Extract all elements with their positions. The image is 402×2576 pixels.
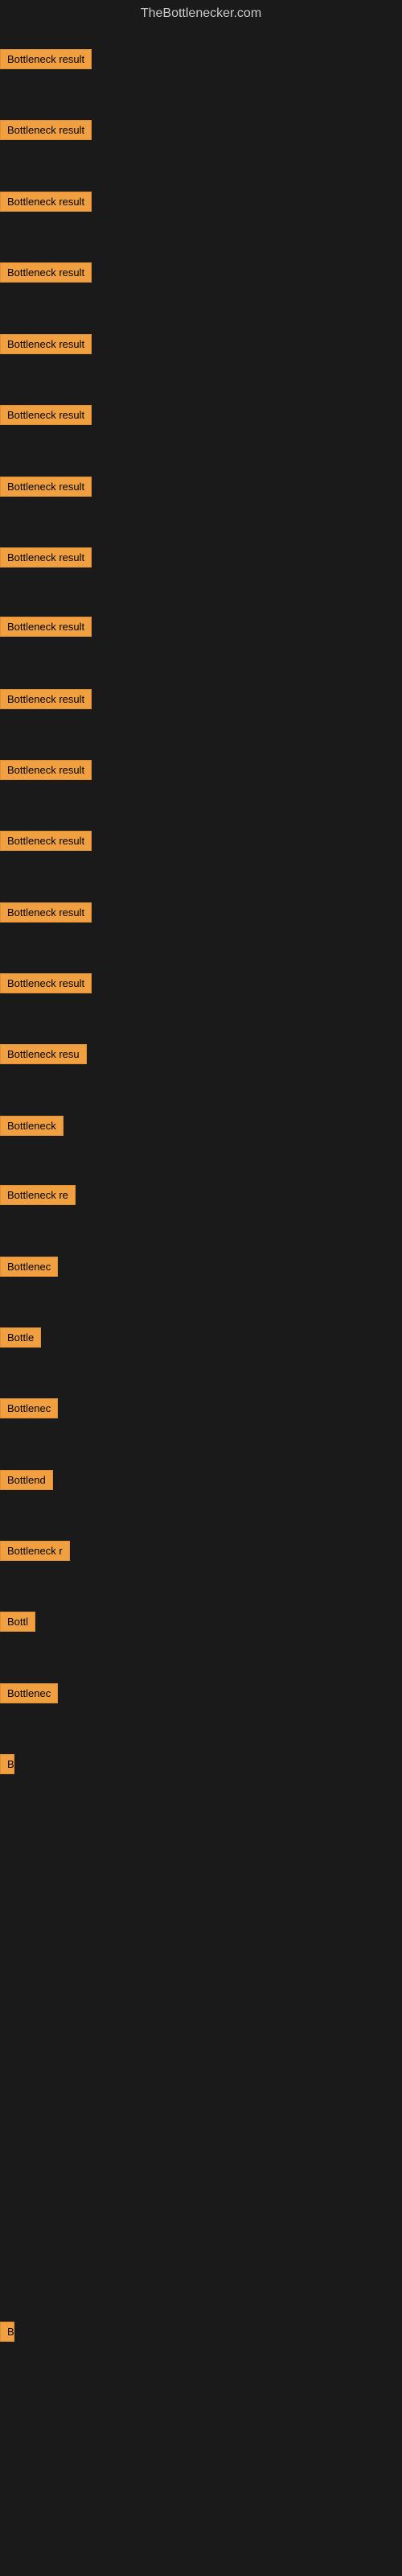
bottleneck-result-item[interactable]: Bottleneck resu <box>0 1044 87 1068</box>
bottleneck-badge: Bottleneck result <box>0 405 92 425</box>
bottleneck-badge: Bottlenec <box>0 1683 58 1703</box>
bottleneck-result-item[interactable]: Bottleneck result <box>0 689 92 713</box>
bottleneck-badge: B <box>0 1754 14 1774</box>
bottleneck-badge: Bottleneck result <box>0 760 92 780</box>
bottleneck-badge: Bottleneck result <box>0 49 92 69</box>
bottleneck-badge: Bottlend <box>0 1470 53 1490</box>
bottleneck-badge: Bottl <box>0 1612 35 1632</box>
bottleneck-badge: Bottleneck result <box>0 120 92 140</box>
site-title: TheBottlenecker.com <box>0 0 402 27</box>
bottleneck-result-item[interactable]: Bottlend <box>0 1470 53 1494</box>
bottleneck-result-item[interactable]: Bottleneck result <box>0 617 92 641</box>
bottleneck-badge: Bottle <box>0 1327 41 1348</box>
bottleneck-result-item[interactable]: Bottleneck result <box>0 262 92 287</box>
bottleneck-result-item[interactable]: Bottleneck result <box>0 760 92 784</box>
bottleneck-badge: Bottleneck result <box>0 831 92 851</box>
bottleneck-badge: Bottleneck result <box>0 902 92 923</box>
bottleneck-result-item[interactable]: Bottlenec <box>0 1683 58 1707</box>
bottleneck-result-item[interactable]: Bottleneck result <box>0 120 92 144</box>
bottleneck-result-item[interactable]: Bottleneck result <box>0 405 92 429</box>
bottleneck-badge: Bottlenec <box>0 1398 58 1418</box>
bottleneck-result-item[interactable]: Bottleneck result <box>0 334 92 358</box>
bottleneck-result-item[interactable]: Bottleneck result <box>0 831 92 855</box>
bottleneck-badge: Bottlenec <box>0 1257 58 1277</box>
bottleneck-badge: Bottleneck result <box>0 334 92 354</box>
bottleneck-badge: Bottleneck result <box>0 973 92 993</box>
bottleneck-result-item[interactable]: Bottleneck r <box>0 1541 70 1565</box>
bottleneck-badge: Bottleneck resu <box>0 1044 87 1064</box>
bottleneck-result-item[interactable]: B <box>0 2322 14 2346</box>
bottleneck-result-item[interactable]: Bottleneck result <box>0 477 92 501</box>
bottleneck-result-item[interactable]: Bottleneck <box>0 1116 64 1140</box>
bottleneck-result-item[interactable]: Bottleneck result <box>0 902 92 927</box>
bottleneck-badge: Bottleneck result <box>0 617 92 637</box>
bottleneck-badge: Bottleneck r <box>0 1541 70 1561</box>
bottleneck-badge: Bottleneck result <box>0 547 92 568</box>
bottleneck-result-item[interactable]: Bottle <box>0 1327 41 1352</box>
bottleneck-result-item[interactable]: Bottlenec <box>0 1257 58 1281</box>
bottleneck-badge: Bottleneck result <box>0 689 92 709</box>
bottleneck-result-item[interactable]: Bottleneck result <box>0 973 92 997</box>
bottleneck-badge: Bottleneck result <box>0 262 92 283</box>
bottleneck-badge: Bottleneck <box>0 1116 64 1136</box>
bottleneck-result-item[interactable]: B <box>0 1754 14 1778</box>
bottleneck-result-item[interactable]: Bottleneck re <box>0 1185 76 1209</box>
bottleneck-result-item[interactable]: Bottleneck result <box>0 192 92 216</box>
bottleneck-badge: B <box>0 2322 14 2342</box>
bottleneck-result-item[interactable]: Bottlenec <box>0 1398 58 1422</box>
bottleneck-result-item[interactable]: Bottleneck result <box>0 547 92 572</box>
bottleneck-badge: Bottleneck re <box>0 1185 76 1205</box>
bottleneck-result-item[interactable]: Bottleneck result <box>0 49 92 73</box>
bottleneck-badge: Bottleneck result <box>0 192 92 212</box>
bottleneck-result-item[interactable]: Bottl <box>0 1612 35 1636</box>
bottleneck-badge: Bottleneck result <box>0 477 92 497</box>
